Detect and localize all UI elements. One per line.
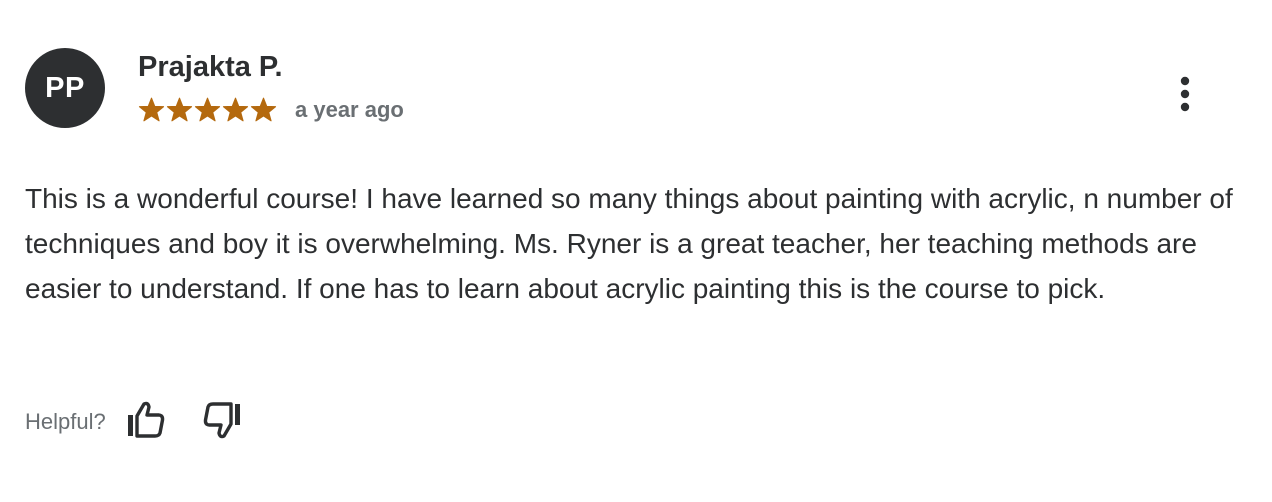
review-text: This is a wonderful course! I have learn… xyxy=(25,183,1233,304)
avatar-initials: PP xyxy=(45,71,85,104)
star-icon xyxy=(222,97,249,123)
helpful-label: Helpful? xyxy=(25,409,106,434)
more-vertical-icon xyxy=(1179,76,1191,117)
helpful-row: Helpful? xyxy=(25,401,243,443)
star-rating xyxy=(138,97,277,123)
star-icon xyxy=(194,97,221,123)
avatar: PP xyxy=(25,48,105,128)
thumbs-up-button[interactable] xyxy=(125,401,167,443)
star-icon xyxy=(250,97,277,123)
thumbs-down-icon xyxy=(202,401,242,444)
thumbs-up-icon xyxy=(126,401,166,444)
thumbs-down-button[interactable] xyxy=(201,401,243,443)
review-time: a year ago xyxy=(295,97,404,122)
reviewer-name: Prajakta P. xyxy=(138,51,283,83)
review-meta: a year ago xyxy=(138,95,404,125)
star-icon xyxy=(138,97,165,123)
more-options-button[interactable] xyxy=(1165,76,1205,116)
star-icon xyxy=(166,97,193,123)
